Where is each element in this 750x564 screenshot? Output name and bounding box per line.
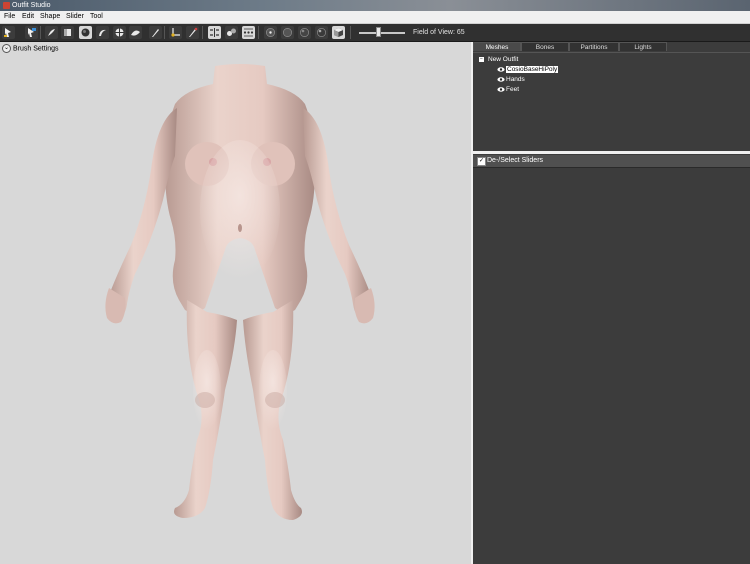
toolbar-separator xyxy=(202,26,203,39)
vertex-points-icon xyxy=(266,28,275,37)
sliders-list[interactable] xyxy=(473,168,750,564)
weight-brush-icon xyxy=(152,29,159,37)
tree-item-label: Hands xyxy=(506,76,525,83)
inflate-brush-button[interactable] xyxy=(61,26,74,39)
window-titlebar: Outfit Studio xyxy=(0,0,750,11)
menu-tool[interactable]: Tool xyxy=(89,12,104,22)
connected-only-button[interactable] xyxy=(225,26,238,39)
global-brush-button[interactable] xyxy=(242,26,255,39)
field-of-view-slider-track[interactable] xyxy=(359,32,405,34)
menu-file[interactable]: File xyxy=(3,12,16,22)
deflate-brush-icon xyxy=(81,28,90,37)
deflate-brush-button[interactable] xyxy=(79,26,92,39)
app-icon xyxy=(3,2,10,9)
move-brush-icon xyxy=(99,29,106,36)
sliders-header: ✓ De-/Select Sliders xyxy=(473,155,750,168)
body-mesh-render xyxy=(105,64,375,520)
vertex-points-button[interactable] xyxy=(264,26,277,39)
transform-tool-button[interactable] xyxy=(25,26,38,39)
panel-tabs: Meshes Bones Partitions Lights xyxy=(473,42,750,52)
tab-bones[interactable]: Bones xyxy=(521,42,569,51)
textures-button[interactable] xyxy=(315,26,328,39)
toolbar-separator xyxy=(258,26,259,39)
undiff-brush-button[interactable] xyxy=(129,26,142,39)
cube-icon xyxy=(334,28,343,37)
eye-icon[interactable] xyxy=(497,77,505,82)
tab-partitions[interactable]: Partitions xyxy=(569,42,619,51)
3d-viewport[interactable]: ⌄ Brush Settings xyxy=(0,42,471,564)
vertex-edit-icon xyxy=(189,27,198,37)
chevron-down-icon: ⌄ xyxy=(2,44,11,53)
toolbar-separator xyxy=(350,26,351,39)
tree-root[interactable]: − New Outfit xyxy=(479,55,518,64)
move-brush-button[interactable] xyxy=(96,26,109,39)
window-title: Outfit Studio xyxy=(12,2,51,9)
toolbar-separator xyxy=(164,26,165,39)
menu-bar: File Edit Shape Slider Tool xyxy=(0,11,750,24)
lighting-icon xyxy=(300,28,309,37)
eye-icon[interactable] xyxy=(497,87,505,92)
wireframe-button[interactable] xyxy=(281,26,294,39)
select-sliders-label: De-/Select Sliders xyxy=(487,157,544,164)
brush-settings-toggle[interactable]: ⌄ Brush Settings xyxy=(2,44,59,54)
connected-icon xyxy=(227,28,236,36)
pivot-icon xyxy=(171,28,180,37)
vertex-edit-button[interactable] xyxy=(186,26,199,39)
transform-icon xyxy=(28,28,36,37)
undiff-brush-icon xyxy=(131,30,140,36)
right-panel: Meshes Bones Partitions Lights − New Outf… xyxy=(473,42,750,564)
tree-item-mesh[interactable]: CosioBaseHiPoly xyxy=(497,65,559,74)
smooth-brush-button[interactable] xyxy=(113,26,126,39)
horizontal-splitter[interactable] xyxy=(473,151,750,154)
inflate-brush-icon xyxy=(64,29,71,36)
menu-edit[interactable]: Edit xyxy=(21,12,35,22)
wireframe-icon xyxy=(283,28,292,37)
collapse-icon[interactable]: − xyxy=(479,56,484,62)
field-of-view-label: Field of View: 65 xyxy=(413,29,465,36)
tree-item-mesh[interactable]: Feet xyxy=(497,85,519,94)
mesh-tree: − New Outfit CosioBaseHiPoly Hands Feet xyxy=(473,52,750,151)
tab-lights[interactable]: Lights xyxy=(619,42,667,51)
global-brush-icon xyxy=(243,28,254,37)
tree-item-label: Feet xyxy=(506,86,520,93)
tree-item-mesh[interactable]: Hands xyxy=(497,75,525,84)
menu-slider[interactable]: Slider xyxy=(65,12,85,22)
x-mirror-button[interactable] xyxy=(208,26,221,39)
weight-brush-button[interactable] xyxy=(149,26,162,39)
tree-root-label: New Outfit xyxy=(488,56,519,63)
mask-brush-icon xyxy=(48,29,55,36)
select-tool-button[interactable] xyxy=(2,26,15,39)
tab-meshes[interactable]: Meshes xyxy=(473,42,521,51)
x-mirror-icon xyxy=(210,28,219,37)
pivot-tool-button[interactable] xyxy=(169,26,182,39)
menu-shape[interactable]: Shape xyxy=(39,12,61,22)
mask-brush-button[interactable] xyxy=(45,26,58,39)
shaded-cube-button[interactable] xyxy=(332,26,345,39)
field-of-view-slider-thumb[interactable] xyxy=(376,27,381,37)
brush-settings-label: Brush Settings xyxy=(13,45,59,53)
lighting-button[interactable] xyxy=(298,26,311,39)
select-arrow-icon xyxy=(4,28,11,37)
tree-item-label: CosioBaseHiPoly xyxy=(506,66,559,73)
eye-icon[interactable] xyxy=(497,67,505,72)
textures-icon xyxy=(317,28,326,37)
toolbar-separator xyxy=(40,26,41,39)
select-all-sliders-checkbox[interactable]: ✓ xyxy=(477,157,486,166)
smooth-brush-icon xyxy=(115,28,124,37)
